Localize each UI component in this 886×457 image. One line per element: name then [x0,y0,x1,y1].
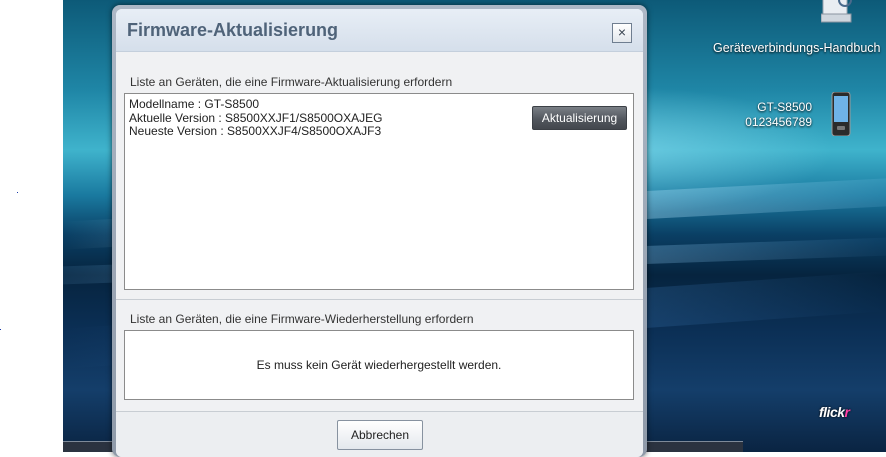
close-button[interactable]: × [612,23,632,43]
mobile-phone-icon[interactable] [829,92,853,136]
update-device-list[interactable]: Modellname : GT-S8500 Aktuelle Version :… [124,93,634,290]
restore-list-label: Liste an Geräten, die eine Firmware-Wied… [130,312,474,326]
cancel-button[interactable]: Abbrechen [337,420,423,450]
device-model-label: GT-S8500 [757,100,812,114]
device-number-label: 0123456789 [745,115,812,129]
restore-empty-message: Es muss kein Gerät wiederhergestellt wer… [256,358,502,372]
device-info-label[interactable]: GT-S8500 0123456789 [745,100,812,130]
left-margin [0,0,63,452]
close-icon: × [617,24,627,40]
manual-shortcut-label[interactable]: Geräteverbindungs-Handbuch [713,41,880,55]
dialog-footer: Abbrechen [116,412,643,457]
firmware-update-dialog: Firmware-Aktualisierung × Liste an Gerät… [112,5,647,457]
device-latest-version: Neueste Version : S8500XXJF4/S8500OXAJF3 [129,124,382,138]
list-item: Modellname : GT-S8500 Aktuelle Version :… [129,97,383,139]
dialog-body: Firmware-Aktualisierung × Liste an Gerät… [116,9,643,457]
section-divider [116,299,643,300]
device-current-version: Aktuelle Version : S8500XXJF1/S8500OXAJE… [129,110,383,125]
restore-device-list[interactable]: Es muss kein Gerät wiederhergestellt wer… [124,330,634,400]
stray-dot [0,329,1,330]
flickr-logo: flickr [819,404,850,420]
stray-dot [17,192,18,193]
update-button[interactable]: Aktualisierung [532,106,627,130]
document-magnifier-icon[interactable] [821,0,855,24]
dialog-titlebar[interactable]: Firmware-Aktualisierung × [116,9,643,52]
device-model-name: Modellname : GT-S8500 [129,97,260,111]
dialog-title: Firmware-Aktualisierung [127,20,339,40]
update-list-label: Liste an Geräten, die eine Firmware-Aktu… [130,75,453,89]
